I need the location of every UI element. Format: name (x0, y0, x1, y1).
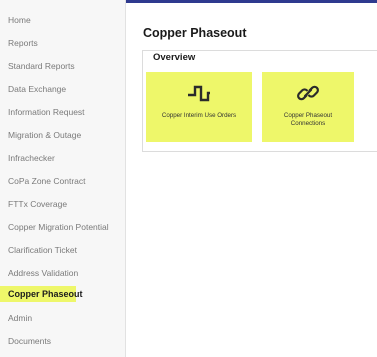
sidebar-item-standard-reports[interactable]: Standard Reports (0, 58, 75, 74)
app: Home Reports Standard Reports Data Excha… (0, 0, 377, 357)
sidebar-item-copa-zone-contract[interactable]: CoPa Zone Contract (0, 173, 85, 189)
sidebar-item-copper-migration-potential[interactable]: Copper Migration Potential (0, 219, 109, 235)
sidebar-item-clarification-ticket[interactable]: Clarification Ticket (0, 242, 77, 258)
sidebar-item-admin[interactable]: Admin (0, 310, 32, 326)
sidebar: Home Reports Standard Reports Data Excha… (0, 0, 126, 357)
sidebar-item-fttx-coverage[interactable]: FTTx Coverage (0, 196, 67, 212)
overview-legend: Overview (151, 52, 198, 63)
tile-copper-interim-use-orders[interactable]: Copper Interim Use Orders (146, 72, 252, 142)
tile-label: Copper Phaseout Connections (283, 112, 333, 127)
tile-copper-phaseout-connections[interactable]: Copper Phaseout Connections (262, 72, 354, 142)
sidebar-item-documents[interactable]: Documents (0, 333, 51, 349)
sidebar-item-copper-phaseout[interactable]: Copper Phaseout (0, 286, 83, 302)
sidebar-item-reports[interactable]: Reports (0, 35, 38, 51)
top-accent-bar (126, 0, 377, 3)
sidebar-item-migration-outage[interactable]: Migration & Outage (0, 127, 81, 143)
tile-label: Copper Interim Use Orders (161, 112, 237, 119)
page-title: Copper Phaseout (143, 26, 247, 40)
link-icon (296, 82, 320, 104)
square-wave-icon (187, 82, 211, 104)
sidebar-item-home[interactable]: Home (0, 12, 31, 28)
sidebar-item-address-validation[interactable]: Address Validation (0, 265, 78, 281)
sidebar-item-information-request[interactable]: Information Request (0, 104, 85, 120)
sidebar-item-data-exchange[interactable]: Data Exchange (0, 81, 66, 97)
sidebar-item-infrachecker[interactable]: Infrachecker (0, 150, 55, 166)
